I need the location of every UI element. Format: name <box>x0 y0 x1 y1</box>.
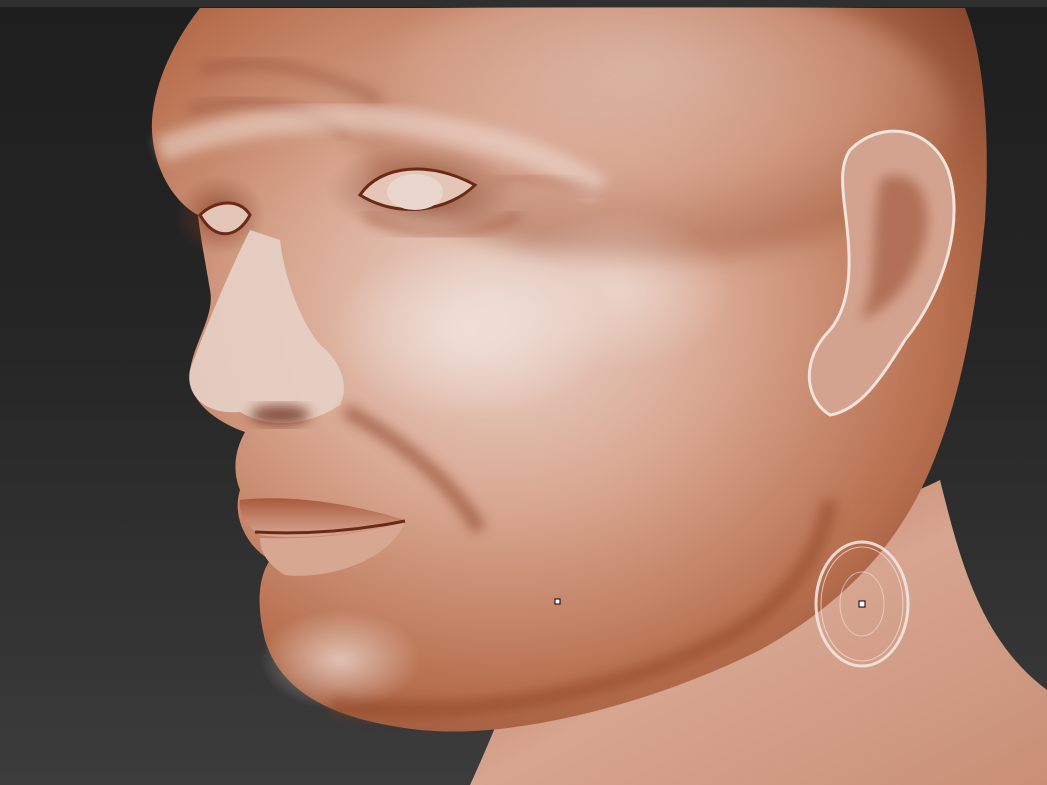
eyeball-right <box>387 174 443 210</box>
sculpt-canvas[interactable] <box>0 0 1047 785</box>
sculpt-model-view[interactable] <box>0 0 1047 785</box>
canvas-top-border <box>0 0 1047 7</box>
nostril <box>250 405 310 425</box>
chin-highlight <box>260 610 420 710</box>
temple-highlight <box>510 210 730 370</box>
pivot-point-icon[interactable] <box>554 598 561 605</box>
